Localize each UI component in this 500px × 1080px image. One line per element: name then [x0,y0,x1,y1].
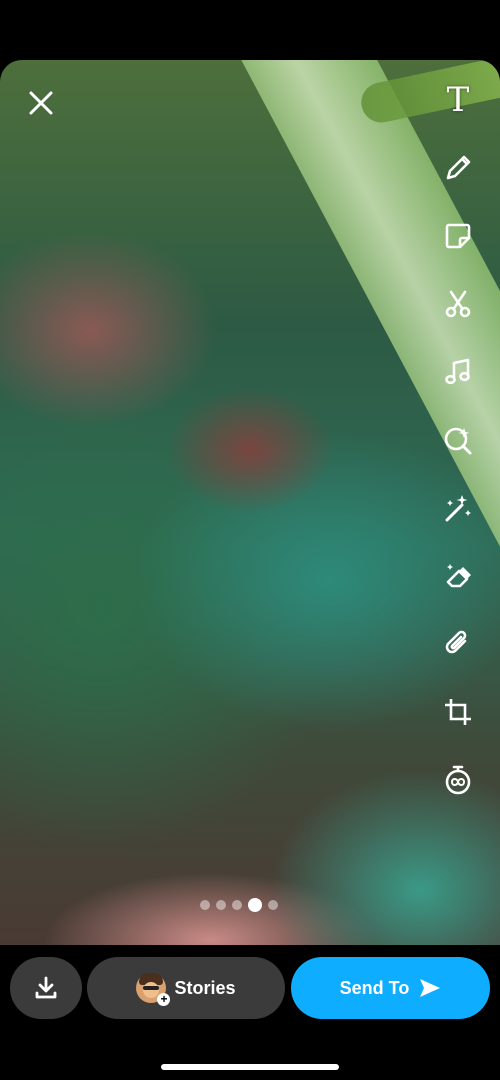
lens-tool-button[interactable] [438,420,478,460]
page-dot [200,900,210,910]
save-button[interactable] [10,957,82,1019]
page-dot [216,900,226,910]
close-icon [29,91,53,115]
send-arrow-icon [420,979,441,997]
page-dot [232,900,242,910]
send-to-label: Send To [339,977,410,998]
crop-icon [445,699,471,725]
home-indicator[interactable] [161,1064,339,1070]
eraser-tool-button[interactable] [438,556,478,596]
page-dot-active [248,898,262,912]
timer-icon [445,765,471,795]
scissors-tool-button[interactable] [438,284,478,324]
draw-tool-button[interactable] [438,148,478,188]
text-tool-button[interactable]: T [438,80,478,120]
eraser-icon [446,564,471,588]
magic-tool-button[interactable] [438,488,478,528]
text-icon: T [446,80,470,120]
sticker-tool-button[interactable] [438,216,478,256]
crop-tool-button[interactable] [438,692,478,732]
stories-button[interactable]: + Stories [87,957,285,1019]
close-button[interactable] [24,86,58,120]
lens-search-icon [444,427,472,455]
scissors-icon [445,290,471,318]
music-tool-button[interactable] [438,352,478,392]
bottom-bar: + Stories Send To [0,945,500,1080]
stories-label: Stories [174,977,236,998]
attachment-tool-button[interactable] [438,624,478,664]
magic-wand-icon [445,495,471,522]
page-indicator [200,898,284,912]
music-note-icon [445,358,470,385]
avatar: + [136,973,171,1006]
photo-preview [0,60,500,945]
add-icon: + [157,993,171,1006]
timer-tool-button[interactable] [438,760,478,800]
pencil-icon [446,155,471,180]
paperclip-icon [445,630,467,654]
send-to-button[interactable]: Send To [291,957,490,1019]
snap-editor-screen: T + Stories Send To [0,0,500,1080]
editor-toolbar: T [438,80,478,828]
download-icon [35,976,57,999]
sticker-icon [445,223,471,249]
page-dot [268,900,278,910]
